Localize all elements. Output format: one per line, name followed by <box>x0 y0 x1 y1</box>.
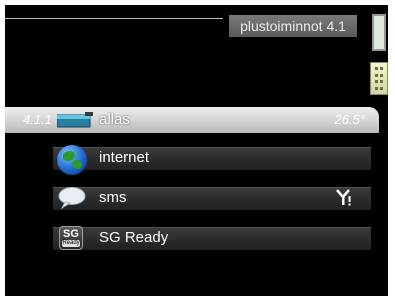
menu-item-label: internet <box>99 149 150 166</box>
page-title: plustoiminnot 4.1 <box>229 15 357 37</box>
speech-bubble-icon <box>58 187 86 209</box>
display-screen: plustoiminnot 4.1 4.1.1 allas 26.5° inte… <box>5 5 388 296</box>
scroll-indicator-top[interactable] <box>372 14 386 51</box>
globe-icon <box>57 145 87 175</box>
menu-item-label: sms <box>99 189 127 206</box>
pool-icon <box>57 112 93 128</box>
scroll-thumb[interactable] <box>370 62 388 95</box>
menu-item-value: 26.5° <box>334 112 365 127</box>
menu-item-sg-ready[interactable]: SG Ready SG Ready <box>5 223 379 251</box>
menu-item-internet[interactable]: internet <box>5 143 379 175</box>
menu-item-allas[interactable]: 4.1.1 allas 26.5° <box>5 105 379 133</box>
menu-item-label: allas <box>99 111 130 128</box>
menu-item-label: SG Ready <box>99 229 169 246</box>
antenna-icon <box>336 189 351 206</box>
sg-ready-icon: SG Ready <box>59 226 83 250</box>
menu-item-sms[interactable]: sms <box>5 183 379 211</box>
title-divider <box>5 18 223 19</box>
grip-icon <box>375 67 383 90</box>
menu-item-number: 4.1.1 <box>23 112 52 127</box>
